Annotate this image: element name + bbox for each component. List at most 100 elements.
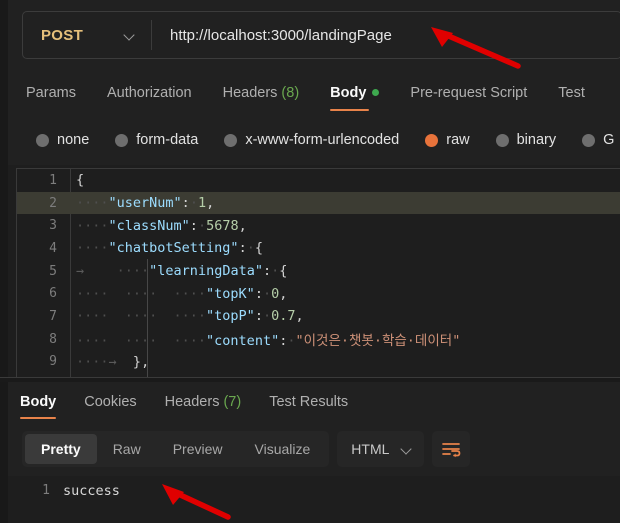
response-body-viewer[interactable]: 1 success	[8, 476, 620, 523]
tab-headers[interactable]: Headers (8)	[223, 70, 300, 115]
editor-line-2: 2 ····"userNum":·1,	[17, 191, 620, 215]
code-brace: {	[279, 263, 288, 280]
line-content: ····"chatbotSetting":·{	[69, 240, 620, 256]
editor-line-7: 7 ···· ···· ····"topP":·0.7,	[17, 305, 620, 328]
radio-x-www-form-urlencoded[interactable]: x-www-form-urlencoded	[224, 132, 399, 148]
radio-graphql[interactable]: G	[582, 132, 614, 148]
code-number: 5678	[206, 217, 239, 234]
editor-line-1: 1 {	[17, 169, 620, 192]
code-colon: :	[254, 285, 263, 302]
code-indent: ····	[76, 240, 109, 257]
editor-line-8: 8 ···· ···· ····"content":·"이것은·챗봇·학습·데이…	[17, 328, 620, 351]
code-indent: ····	[76, 217, 109, 234]
radio-binary[interactable]: binary	[495, 132, 557, 148]
request-body-editor[interactable]: 1 { 2 ····"userNum":·1, 3 ····"classNum"…	[16, 168, 620, 377]
view-visualize-label: Visualize	[254, 441, 311, 457]
editor-line-5: 5 → ····"learningData":·{	[17, 260, 620, 283]
editor-line-3: 3 ····"classNum":·5678,	[17, 214, 620, 237]
view-raw-button[interactable]: Raw	[97, 434, 157, 464]
tab-pre-request-script-label: Pre-request Script	[410, 84, 528, 101]
response-body-line: 1 success	[8, 476, 620, 500]
line-content: ···· ···· ····"topP":·0.7,	[69, 308, 620, 324]
line-number: 1	[49, 172, 57, 188]
tab-body[interactable]: Body	[330, 70, 380, 115]
wrap-lines-button[interactable]	[432, 431, 471, 467]
code-key: "topP"	[206, 308, 255, 325]
tab-authorization[interactable]: Authorization	[107, 70, 192, 115]
response-view-toolbar: Pretty Raw Preview Visualize HTML	[8, 422, 620, 476]
code-key: "userNum"	[108, 195, 182, 212]
radio-none[interactable]: none	[36, 132, 89, 148]
view-raw-label: Raw	[112, 441, 141, 457]
radio-raw-icon	[425, 133, 439, 147]
request-tabs: Params Authorization Headers (8) Body Pr…	[8, 70, 620, 115]
response-tab-test-results[interactable]: Test Results	[269, 382, 348, 422]
tab-params[interactable]: Params	[26, 70, 76, 115]
request-url-bar-region: POST http://localhost:3000/landingPage	[8, 0, 620, 70]
line-content: ····"userNum":·1,	[69, 195, 620, 211]
line-content: ···· ···· ····"topK":·0,	[69, 286, 620, 302]
response-format-selector[interactable]: HTML	[337, 431, 425, 467]
radio-none-icon	[36, 133, 49, 147]
code-indent: ····	[116, 263, 150, 280]
code-tab-arrow: →	[76, 263, 85, 280]
response-tab-headers-label: Headers	[164, 394, 220, 410]
radio-graphql-icon	[582, 133, 596, 147]
response-tab-test-results-label: Test Results	[269, 394, 349, 410]
view-visualize-button[interactable]: Visualize	[239, 434, 327, 464]
response-line-number: 1	[42, 483, 50, 498]
tab-pre-request-script[interactable]: Pre-request Script	[410, 70, 527, 115]
code-tab-arrow: →	[108, 353, 117, 370]
view-preview-label: Preview	[172, 441, 223, 457]
url-input[interactable]: http://localhost:3000/landingPage	[152, 27, 620, 44]
chevron-down-icon	[124, 30, 135, 41]
radio-form-data[interactable]: form-data	[115, 132, 198, 148]
tab-tests-label: Test	[558, 84, 585, 101]
code-space: ·	[189, 195, 198, 212]
line-number: 5	[49, 263, 57, 279]
radio-none-label: none	[57, 132, 90, 148]
line-number: 9	[49, 354, 57, 370]
radio-x-www-form-urlencoded-label: x-www-form-urlencoded	[245, 132, 400, 148]
response-tab-body-label: Body	[20, 394, 57, 410]
response-view-segmented-control: Pretty Raw Preview Visualize	[22, 431, 330, 467]
code-space: ·	[246, 240, 255, 257]
code-string: "이것은·챗봇·학습·데이터"	[295, 333, 461, 350]
response-tab-cookies-label: Cookies	[84, 394, 137, 410]
code-key: "learningData"	[149, 263, 263, 280]
radio-raw[interactable]: raw	[425, 132, 470, 148]
view-pretty-button[interactable]: Pretty	[25, 434, 97, 464]
response-tab-headers[interactable]: Headers (7)	[165, 382, 242, 422]
line-content: → ····"learningData":·{	[69, 263, 620, 279]
http-method-label: POST	[41, 26, 84, 44]
response-tabs: Body Cookies Headers (7) Test Results	[8, 382, 620, 422]
code-indent: ····	[76, 195, 109, 212]
response-tab-headers-count: (7)	[223, 394, 242, 410]
tab-tests[interactable]: Test	[558, 70, 585, 115]
body-type-radio-group: none form-data x-www-form-urlencoded raw…	[8, 115, 620, 165]
tab-body-label: Body	[330, 84, 367, 101]
tab-authorization-label: Authorization	[106, 84, 192, 101]
request-url-bar: POST http://localhost:3000/landingPage	[22, 11, 620, 59]
radio-binary-label: binary	[516, 132, 557, 148]
code-key: "topK"	[206, 285, 255, 302]
line-content: ····→ },	[69, 354, 620, 370]
left-rail	[0, 0, 8, 523]
code-space: ·	[262, 308, 272, 325]
code-colon: :	[181, 195, 190, 212]
radio-form-data-label: form-data	[136, 132, 199, 148]
code-colon: :	[189, 217, 198, 234]
line-number: 4	[49, 240, 57, 256]
code-brace: {	[254, 240, 263, 257]
chevron-down-icon	[401, 444, 412, 455]
code-indent: ···· ···· ····	[76, 285, 207, 302]
code-space: ·	[197, 217, 207, 234]
view-preview-button[interactable]: Preview	[157, 434, 239, 464]
code-brace: {	[76, 172, 85, 189]
response-tab-body[interactable]: Body	[20, 382, 57, 422]
response-tab-cookies[interactable]: Cookies	[84, 382, 136, 422]
line-content: ···· ···· ····"content":·"이것은·챗봇·학습·데이터"	[69, 329, 620, 349]
http-method-selector[interactable]: POST	[23, 12, 151, 58]
radio-form-data-icon	[115, 133, 129, 147]
code-indent: ····	[76, 353, 109, 370]
